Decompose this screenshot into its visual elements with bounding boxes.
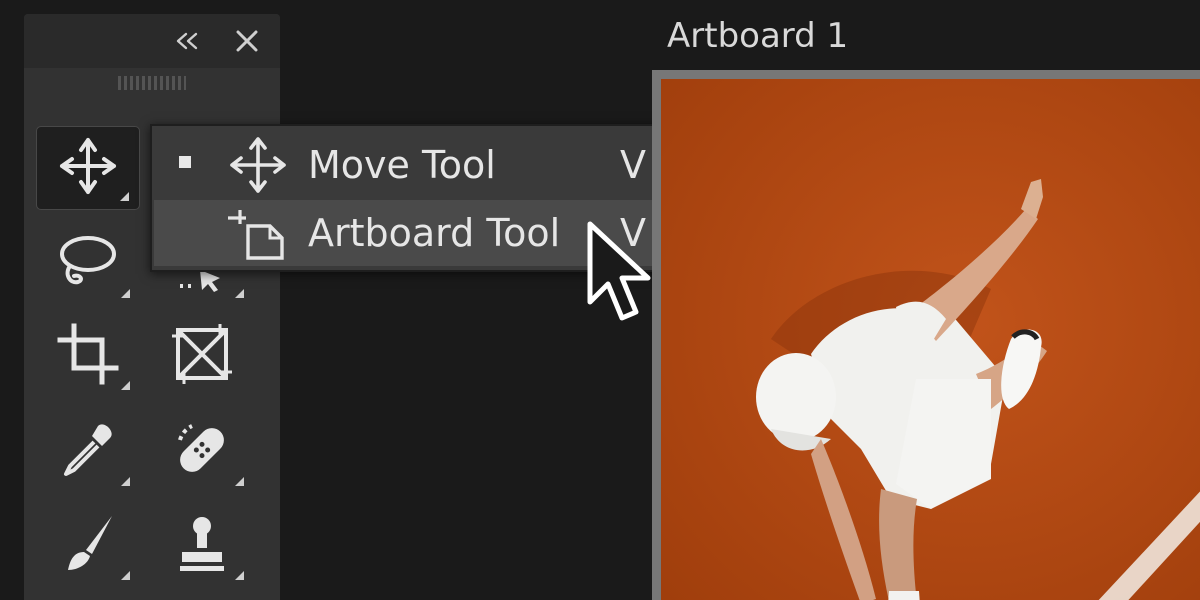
menu-item-shortcut: V: [620, 143, 646, 187]
artboard-canvas[interactable]: [652, 70, 1200, 600]
tool-group-indicator: [120, 192, 129, 201]
close-icon[interactable]: [230, 24, 264, 58]
frame-tool-button[interactable]: [150, 314, 254, 398]
move-icon: [226, 136, 290, 194]
tools-panel-header[interactable]: [24, 14, 280, 68]
artboard-title[interactable]: Artboard 1: [667, 14, 848, 58]
move-icon: [58, 136, 118, 200]
brush-tool-button[interactable]: [36, 504, 140, 588]
stamp-icon: [170, 512, 234, 580]
menu-item-artboard-tool[interactable]: Artboard Tool V: [154, 200, 676, 266]
crop-tool-button[interactable]: [36, 314, 140, 398]
panel-grip-handle[interactable]: [118, 76, 186, 90]
eyedropper-tool-button[interactable]: [36, 410, 140, 494]
tennis-player-clay-court-photo: [661, 79, 1200, 600]
bandage-icon: [170, 418, 234, 486]
menu-item-label: Move Tool: [308, 143, 496, 187]
spot-healing-brush-tool-button[interactable]: [150, 410, 254, 494]
crop-icon: [56, 322, 120, 390]
tool-group-indicator: [235, 571, 244, 580]
tool-group-indicator: [121, 289, 130, 298]
eyedropper-icon: [56, 418, 120, 486]
selected-indicator-icon: [179, 156, 191, 168]
lasso-tool-button[interactable]: [36, 222, 140, 306]
lasso-icon: [56, 232, 120, 296]
clone-stamp-tool-button[interactable]: [150, 504, 254, 588]
tool-group-indicator: [121, 477, 130, 486]
photoshop-workspace: Move Tool V Artboard Tool V Artboard 1: [0, 0, 1200, 600]
menu-item-move-tool[interactable]: Move Tool V: [154, 132, 676, 198]
artboard-icon: [226, 204, 290, 262]
frame-icon: [170, 322, 234, 390]
move-tool-button[interactable]: [36, 126, 140, 210]
tool-group-indicator: [235, 477, 244, 486]
tool-group-indicator: [121, 571, 130, 580]
tools-panel: [24, 14, 280, 600]
tool-group-indicator: [235, 289, 244, 298]
menu-item-shortcut: V: [620, 211, 646, 255]
brush-icon: [56, 512, 120, 580]
move-tool-flyout-menu: Move Tool V Artboard Tool V: [150, 124, 680, 272]
menu-item-label: Artboard Tool: [308, 211, 561, 255]
double-chevron-left-icon[interactable]: [170, 24, 204, 58]
tool-group-indicator: [121, 381, 130, 390]
